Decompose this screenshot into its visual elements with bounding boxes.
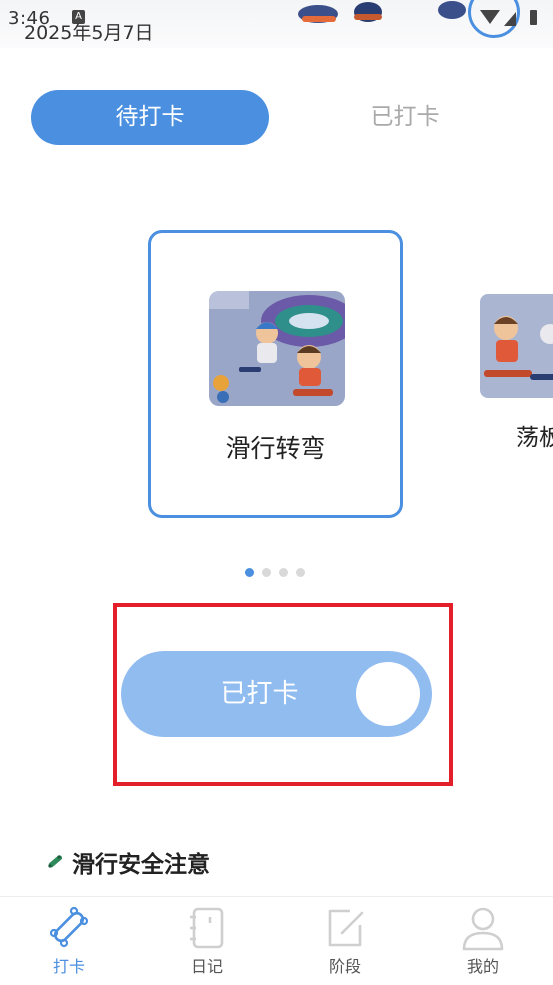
user-icon: [462, 907, 504, 951]
skill-card-next-title: 荡板: [516, 425, 553, 451]
pagination-dot[interactable]: [296, 568, 305, 577]
nav-item-diary[interactable]: 日记: [138, 897, 276, 985]
skill-card-active[interactable]: 滑行转弯: [148, 230, 403, 518]
checkin-slider[interactable]: 已打卡: [121, 651, 432, 737]
carousel-pagination: [245, 562, 313, 577]
skater-illustration: [298, 2, 382, 23]
skill-card-image: [209, 291, 345, 406]
edit-square-icon: [328, 909, 364, 947]
bottom-nav: 打卡 日记 阶段 我的: [0, 896, 553, 985]
skill-card-title: 滑行转弯: [225, 434, 326, 463]
skateboard-icon: [49, 906, 89, 948]
nav-item-checkin[interactable]: 打卡: [0, 897, 138, 985]
skill-card-next-image: [480, 294, 553, 398]
nav-label: 我的: [466, 957, 499, 976]
nav-label: 日记: [190, 957, 223, 976]
date-label: 2025年5月7日: [24, 22, 154, 44]
skill-card-next[interactable]: 荡板: [478, 294, 553, 454]
nav-item-profile[interactable]: 我的: [414, 897, 552, 985]
tab-pending[interactable]: 待打卡: [31, 90, 269, 145]
signal-battery-icon: [480, 10, 537, 26]
header: 3:46 A 2025年5月7日: [0, 0, 553, 48]
nav-label: 阶段: [328, 957, 361, 976]
nav-item-stage[interactable]: 阶段: [276, 897, 414, 985]
skateboard-small-icon: [48, 855, 63, 868]
pagination-dot[interactable]: [279, 568, 288, 577]
checkin-knob[interactable]: [356, 662, 420, 726]
notebook-icon: [190, 907, 224, 949]
nav-label: 打卡: [52, 957, 85, 976]
section-title: 滑行安全注意: [72, 852, 210, 878]
skater-illustration-2: [438, 1, 466, 19]
pagination-dot[interactable]: [245, 568, 254, 577]
pagination-dot[interactable]: [262, 568, 271, 577]
tab-done[interactable]: 已打卡: [286, 90, 524, 145]
